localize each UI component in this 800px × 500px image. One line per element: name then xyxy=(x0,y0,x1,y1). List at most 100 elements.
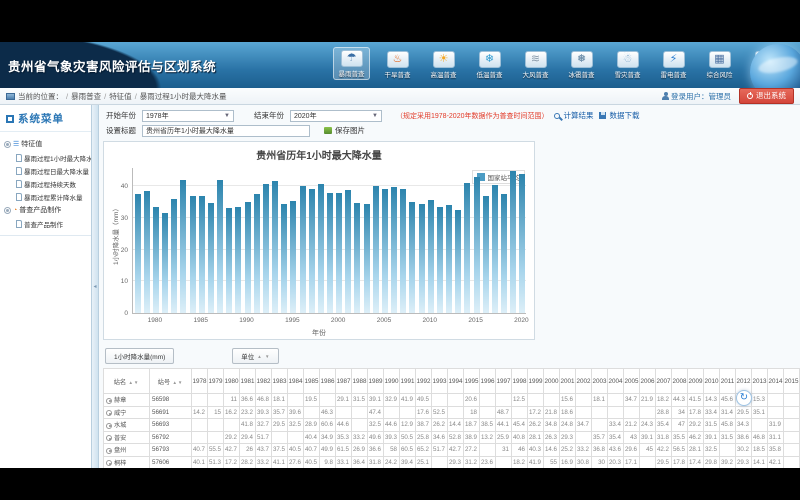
breadcrumb-segment[interactable]: 暴雨过程1小时最大降水量 xyxy=(140,92,227,101)
bar-1989 xyxy=(235,207,241,313)
col-header-station-name[interactable]: 站名 ▲▼ xyxy=(104,369,150,394)
nav-item-hail[interactable]: ❅冰雹普查 xyxy=(563,49,600,80)
col-header-year[interactable]: 1989 xyxy=(368,369,384,394)
tree-group-0[interactable]: ☰特征值 xyxy=(2,137,89,151)
bar-2010 xyxy=(428,200,434,313)
radio-icon[interactable] xyxy=(106,435,112,441)
station-name-cell[interactable]: 赫章 xyxy=(104,394,150,407)
value-cell: 35.1 xyxy=(752,406,768,419)
list-icon: ☰ xyxy=(13,140,19,148)
col-header-year[interactable]: 1978 xyxy=(192,369,208,394)
col-header-year[interactable]: 1986 xyxy=(320,369,336,394)
col-header-year[interactable]: 2003 xyxy=(592,369,608,394)
col-header-year[interactable]: 1995 xyxy=(464,369,480,394)
col-header-year[interactable]: 1980 xyxy=(224,369,240,394)
nav-item-wind[interactable]: ≋大风普查 xyxy=(517,49,554,80)
unit-chip[interactable]: 单位 ▲ ▼ xyxy=(232,348,279,364)
expand-toggle-icon[interactable] xyxy=(4,141,11,148)
col-header-year[interactable]: 1984 xyxy=(288,369,304,394)
radio-icon[interactable] xyxy=(106,398,112,404)
col-header-year[interactable]: 2009 xyxy=(688,369,704,394)
station-name-cell[interactable]: 普安 xyxy=(104,431,150,444)
nav-item-rain[interactable]: ☂暴雨普查 xyxy=(333,47,370,80)
table-row[interactable]: 威宁5669114.21516.223.239.335.739.646.347.… xyxy=(104,406,800,419)
sidebar-item[interactable]: 普查产品制作 xyxy=(2,217,89,230)
col-header-year[interactable]: 2013 xyxy=(752,369,768,394)
station-name-cell[interactable]: 威宁 xyxy=(104,406,150,419)
col-header-year[interactable]: 1993 xyxy=(432,369,448,394)
col-header-year[interactable]: 2008 xyxy=(672,369,688,394)
col-header-year[interactable]: 2002 xyxy=(576,369,592,394)
nav-item-heat[interactable]: ☀高温普查 xyxy=(425,49,462,80)
sidebar-splitter[interactable]: ◂ xyxy=(92,105,99,468)
col-header-year[interactable]: 2001 xyxy=(560,369,576,394)
col-header-year[interactable]: 2007 xyxy=(656,369,672,394)
field-chip[interactable]: 1小时降水量(mm) xyxy=(105,348,174,364)
radio-icon[interactable] xyxy=(106,423,112,429)
col-header-station-id[interactable]: 站号 ▲▼ xyxy=(150,369,192,394)
start-year-select[interactable]: 1978年▼ xyxy=(142,110,234,122)
nav-item-cold[interactable]: ❄低温普查 xyxy=(471,49,508,80)
expand-toggle-icon[interactable] xyxy=(4,207,11,214)
table-row[interactable]: 桐梓5760640.151.317.228.233.241.127.640.59… xyxy=(104,456,800,468)
nav-item-snow[interactable]: ☃雪灾普查 xyxy=(609,49,646,80)
table-row[interactable]: 赫章565981136.646.818.119.529.131.539.132.… xyxy=(104,394,800,407)
table-row[interactable]: 盘州5679340.755.542.72643.737.540.540.749.… xyxy=(104,444,800,457)
cold-icon: ❄ xyxy=(479,51,501,68)
sidebar-item[interactable]: 暴雨过程日最大降水量 xyxy=(2,164,89,177)
radio-icon[interactable] xyxy=(106,410,112,416)
col-header-year[interactable]: 1981 xyxy=(240,369,256,394)
col-header-year[interactable]: 1979 xyxy=(208,369,224,394)
sidebar-item[interactable]: 暴雨过程持续天数 xyxy=(2,177,89,190)
col-header-year[interactable]: 1996 xyxy=(480,369,496,394)
tree-group-1[interactable]: ◔普查产品制作 xyxy=(2,203,89,217)
sort-icons[interactable]: ▲▼ xyxy=(170,380,183,385)
nav-item-drought[interactable]: ♨干旱普查 xyxy=(379,49,416,80)
col-header-year[interactable]: 2011 xyxy=(720,369,736,394)
col-header-year[interactable]: 1985 xyxy=(304,369,320,394)
table-row[interactable]: 水城5669341.832.729.532.528.960.644.632.54… xyxy=(104,419,800,432)
station-name-cell[interactable]: 盘州 xyxy=(104,444,150,457)
col-header-year[interactable]: 2004 xyxy=(608,369,624,394)
save-image-button[interactable]: 保存图片 xyxy=(324,125,365,136)
col-header-year[interactable]: 2006 xyxy=(640,369,656,394)
table-row[interactable]: 普安5679229.229.451.740.434.935.333.249.63… xyxy=(104,431,800,444)
download-button[interactable]: 数据下载 xyxy=(599,110,639,121)
col-header-year[interactable]: 1997 xyxy=(496,369,512,394)
col-header-year[interactable]: 1988 xyxy=(352,369,368,394)
col-header-year[interactable]: 1987 xyxy=(336,369,352,394)
col-header-year[interactable]: 1990 xyxy=(384,369,400,394)
end-year-select[interactable]: 2020年▼ xyxy=(290,110,382,122)
logout-button[interactable]: 退出系统 xyxy=(739,88,794,104)
col-header-year[interactable]: 1994 xyxy=(448,369,464,394)
col-header-year[interactable]: 1992 xyxy=(416,369,432,394)
col-header-year[interactable]: 1982 xyxy=(256,369,272,394)
calculate-button[interactable]: 计算结果 xyxy=(554,110,593,121)
col-header-year[interactable]: 2010 xyxy=(704,369,720,394)
value-cell: 33.4 xyxy=(704,406,720,419)
col-header-year[interactable]: 2000 xyxy=(544,369,560,394)
col-header-year[interactable]: 1999 xyxy=(528,369,544,394)
station-name-cell[interactable]: 水城 xyxy=(104,419,150,432)
col-header-year[interactable]: 1998 xyxy=(512,369,528,394)
breadcrumb-segment[interactable]: 暴雨普查 xyxy=(71,92,101,101)
breadcrumb-segment[interactable]: 特征值 xyxy=(109,92,132,101)
sidebar-item[interactable]: 暴雨过程累计降水量 xyxy=(2,190,89,203)
value-cell xyxy=(576,406,592,419)
col-header-year[interactable]: 2005 xyxy=(624,369,640,394)
sidebar: 系统菜单 ☰特征值暴雨过程1小时最大降水量暴雨过程日最大降水量暴雨过程持续天数暴… xyxy=(0,105,92,468)
col-header-year[interactable]: 2015 xyxy=(784,369,800,394)
nav-item-lightning[interactable]: ⚡雷电普查 xyxy=(655,49,692,80)
radio-icon[interactable] xyxy=(106,448,112,454)
sidebar-item[interactable]: 暴雨过程1小时最大降水量 xyxy=(2,151,89,164)
value-cell xyxy=(208,394,224,407)
radio-icon[interactable] xyxy=(106,460,112,466)
breadcrumb-separator: / xyxy=(66,92,68,101)
sort-icons[interactable]: ▲▼ xyxy=(126,380,139,385)
col-header-year[interactable]: 1991 xyxy=(400,369,416,394)
col-header-year[interactable]: 2014 xyxy=(768,369,784,394)
chart-title-input[interactable] xyxy=(142,125,310,137)
nav-item-composite-risk[interactable]: ▦综合风险 xyxy=(701,49,738,80)
col-header-year[interactable]: 1983 xyxy=(272,369,288,394)
station-name-cell[interactable]: 桐梓 xyxy=(104,456,150,468)
